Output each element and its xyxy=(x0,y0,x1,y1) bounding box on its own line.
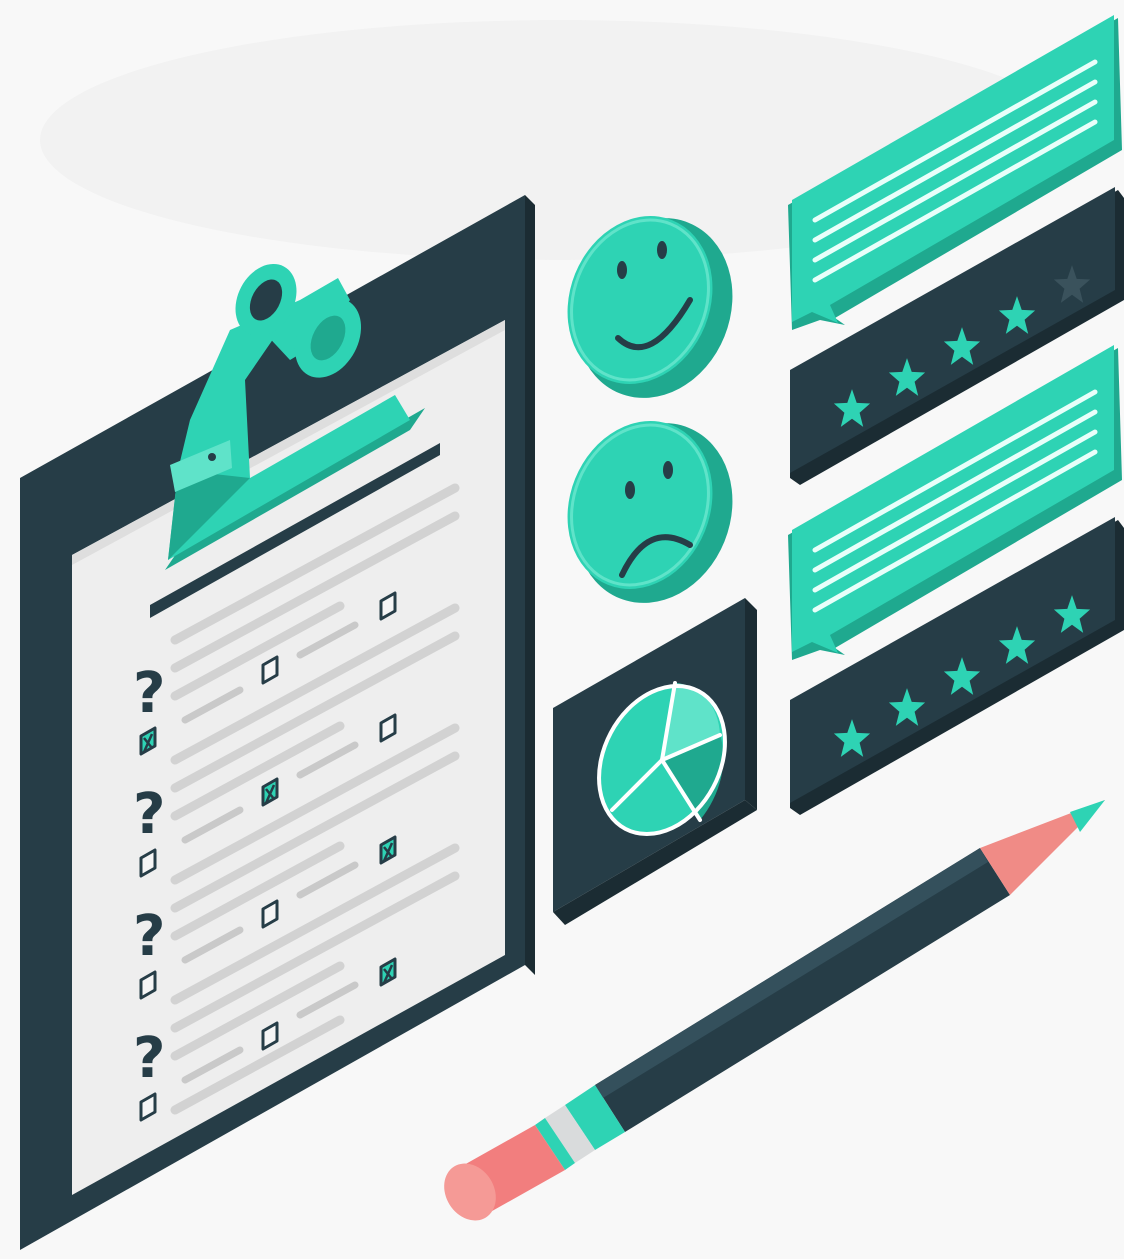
question-mark-icon: ? xyxy=(133,1026,165,1091)
question-mark-icon: ? xyxy=(133,661,165,726)
question-mark-icon: ? xyxy=(133,904,165,969)
question-mark-icon: ? xyxy=(133,782,165,847)
survey-illustration: ? ? ? ? xyxy=(0,0,1124,1259)
